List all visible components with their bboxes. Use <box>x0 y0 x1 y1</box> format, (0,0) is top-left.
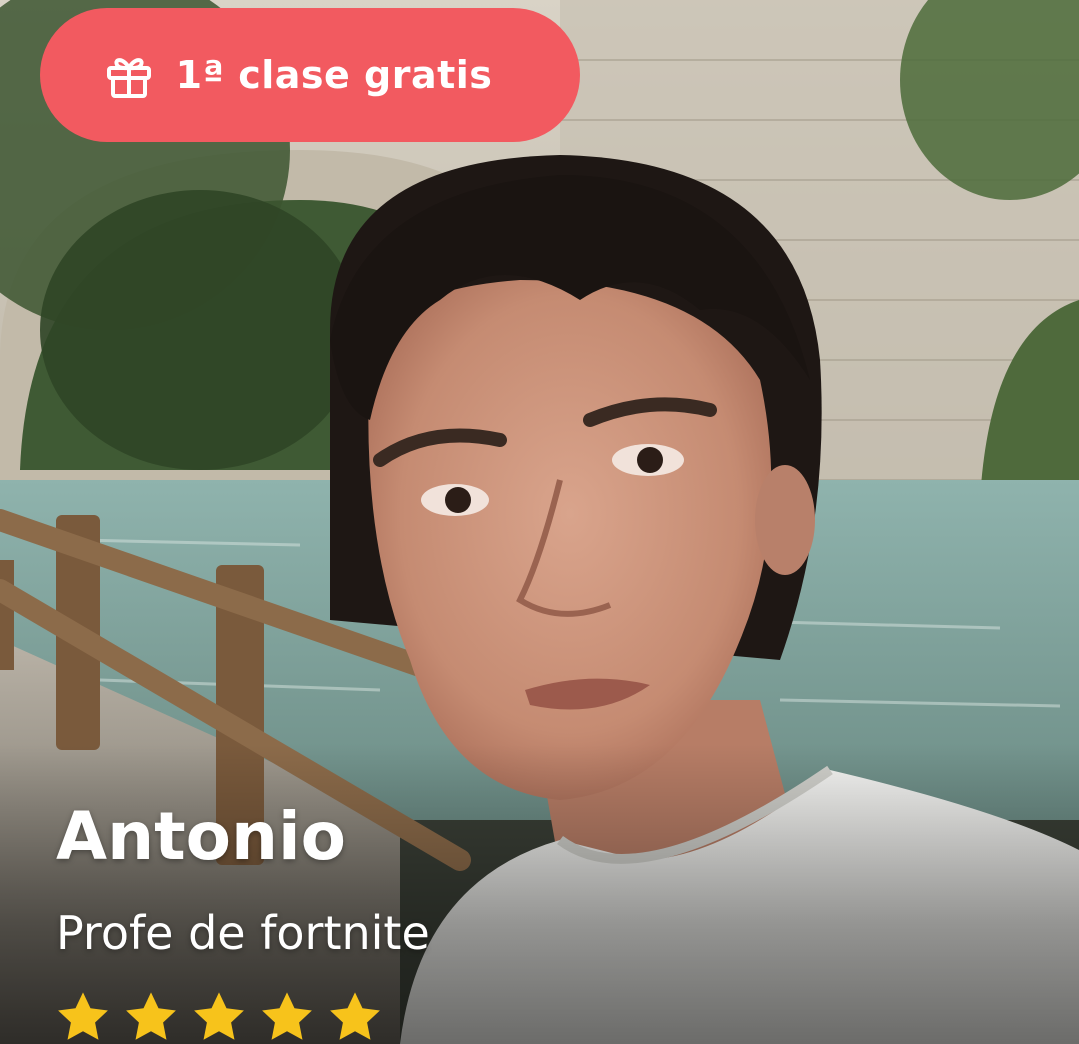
star-rating <box>54 988 384 1044</box>
teacher-name: Antonio <box>56 798 346 875</box>
teacher-card[interactable]: 1ª clase gratis Antonio Profe de fortnit… <box>0 0 1079 1044</box>
star-icon <box>194 992 244 1040</box>
teacher-subject: Profe de fortnite <box>56 906 430 960</box>
star-icon <box>330 992 380 1040</box>
star-icon <box>126 992 176 1040</box>
free-class-badge[interactable]: 1ª clase gratis <box>40 8 580 142</box>
free-class-label: 1ª clase gratis <box>175 53 493 97</box>
star-icon <box>58 992 108 1040</box>
star-icon <box>262 992 312 1040</box>
gift-icon <box>106 58 151 98</box>
